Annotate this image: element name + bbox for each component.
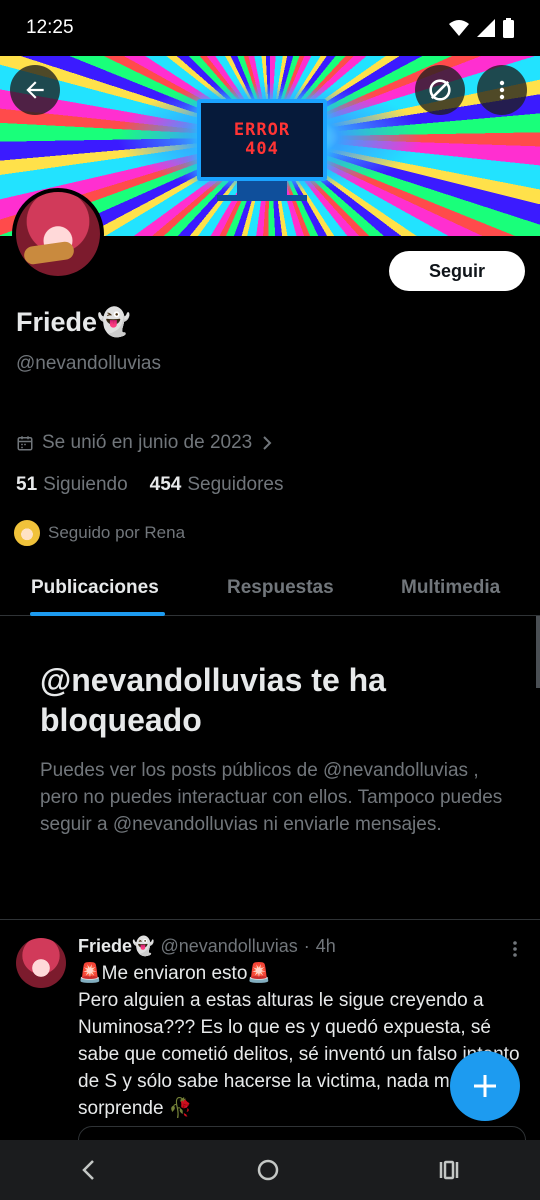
follower-avatar [12,518,42,548]
status-bar: 12:25 [0,0,540,56]
banner-error-code: 404 [245,139,279,159]
post-author-handle: @nevandolluvias [160,936,298,956]
blocked-description: Puedes ver los posts públicos de @nevand… [40,760,503,835]
blocked-title: @nevandolluvias te ha bloqueado [40,662,386,738]
tab-respuestas[interactable]: Respuestas [227,577,334,599]
active-tab-indicator [30,612,165,616]
compose-button[interactable] [450,1051,520,1121]
followers-count: 454 [149,474,182,495]
data-saver-button[interactable] [415,65,465,115]
join-date[interactable]: Se unió en junio de 2023 [16,432,274,454]
followed-by[interactable]: Seguido por Rena [12,518,185,548]
tab-publicaciones[interactable]: Publicaciones [31,577,159,599]
post-time: 4h [315,936,336,956]
banner-monitor-stand [237,181,287,195]
plus-icon [474,1075,496,1097]
nav-home-icon[interactable] [256,1158,280,1182]
status-time: 12:25 [26,17,74,38]
back-button[interactable] [10,65,60,115]
following-count: 51 [16,474,38,495]
avatar-bread-detail [22,240,76,266]
more-vertical-icon [499,80,505,100]
calendar-icon [17,436,33,451]
scrollbar[interactable] [536,616,540,688]
profile-handle: @nevandolluvias [16,353,161,374]
follow-counts: 51 Siguiendo 454 Seguidores [16,474,284,496]
followers-link[interactable]: 454 Seguidores [150,474,284,496]
post-author-name: Friede👻 [78,936,155,956]
no-sync-icon [429,79,451,101]
more-vertical-icon [513,941,517,957]
post-separator: · [303,936,310,956]
nav-back-icon[interactable] [79,1158,99,1182]
back-arrow-icon [26,81,44,99]
chevron-right-icon [263,436,272,450]
display-name: Friede👻 [16,307,131,337]
tab-multimedia[interactable]: Multimedia [401,577,500,599]
more-options-button[interactable] [477,65,527,115]
profile-avatar[interactable] [12,188,104,280]
post-header: Friede👻 @nevandolluvias · 4h [78,936,336,957]
followers-label: Seguidores [187,474,284,495]
followed-by-text: Seguido por Rena [48,523,186,542]
nav-recents-icon[interactable] [437,1158,461,1182]
signal-icon [477,19,495,37]
wifi-icon [449,20,469,36]
post-avatar[interactable] [16,938,66,988]
system-nav-bar [0,1140,540,1200]
follow-button[interactable]: Seguir [389,251,525,291]
status-icons [449,18,514,38]
profile-tabs: Publicaciones Respuestas Multimedia [0,562,540,616]
banner-monitor-base [217,195,307,201]
battery-icon [503,18,514,38]
banner-error-text: ERROR [233,120,291,140]
join-date-text: Se unió en junio de 2023 [42,432,253,453]
following-link[interactable]: 51 Siguiendo [16,474,128,496]
following-label: Siguiendo [43,474,128,495]
post-first-line: 🚨Me enviaron esto🚨 [78,963,272,984]
banner-monitor-graphic: ERROR 404 [197,99,327,181]
